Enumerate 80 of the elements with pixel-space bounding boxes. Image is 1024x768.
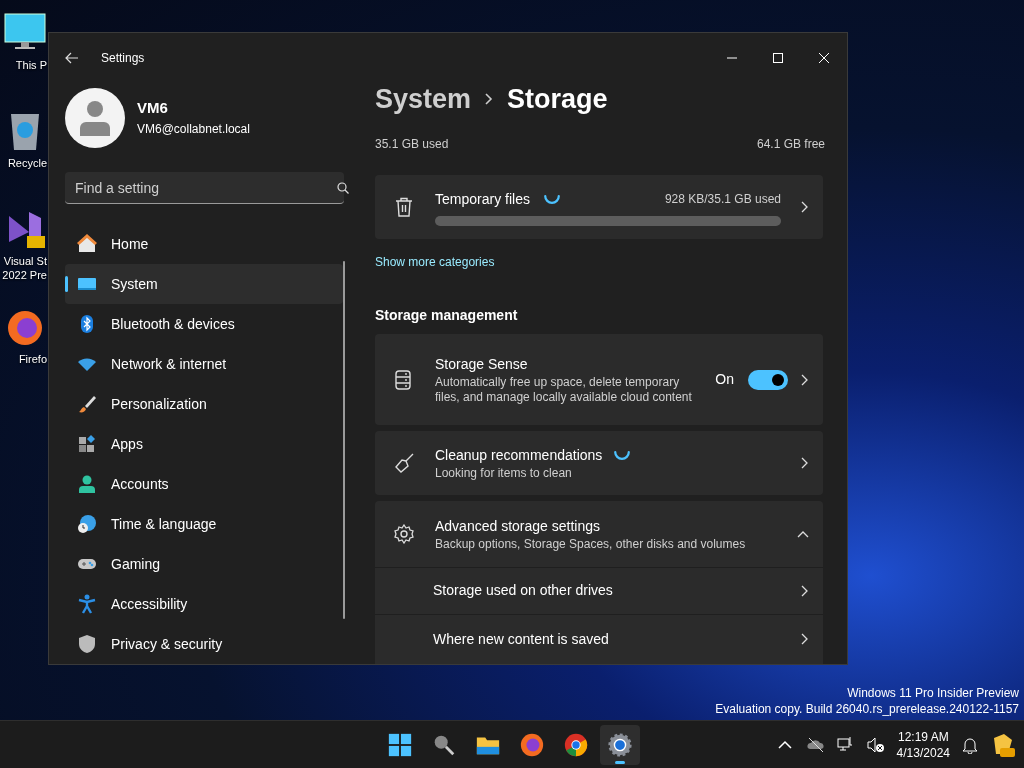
nav-item[interactable]: Accounts — [65, 464, 343, 504]
card-title: Cleanup recommendations — [435, 446, 603, 466]
loading-spinner-icon — [543, 194, 560, 204]
chevron-right-icon — [485, 93, 494, 106]
nav-item[interactable]: Accessibility — [65, 584, 343, 624]
trash-can-icon — [395, 197, 413, 218]
page-title: Storage — [507, 82, 608, 116]
nav-item[interactable]: Personalization — [65, 384, 343, 424]
card-description: Backup options, Storage Spaces, other disks and volumes — [435, 537, 746, 553]
window-title: Settings — [101, 50, 145, 67]
card-description: Automatically free up space, delete temporary files, and manage locally available cloud content — [435, 375, 693, 406]
settings-card[interactable]: Cleanup recommendations Looking for items to clean — [375, 431, 823, 496]
shield-icon — [77, 634, 97, 654]
usage-reading: 928 KB/35.1 GB used — [664, 191, 781, 207]
chevron-right-icon[interactable] — [800, 201, 809, 214]
icon-label[interactable]: Visual St — [3, 254, 47, 268]
account-name: VM6 — [137, 98, 169, 119]
used-space-label: 35.1 GB used — [375, 136, 449, 154]
chevron-right-icon[interactable] — [800, 633, 809, 646]
card-title: Advanced storage settings — [435, 517, 600, 537]
nav-item[interactable]: Bluetooth & devices — [65, 304, 343, 344]
nav-item[interactable]: Privacy & security — [65, 624, 343, 664]
chevron-right-icon[interactable] — [800, 457, 809, 470]
search-icon — [337, 182, 349, 194]
loading-spinner-icon — [614, 451, 631, 461]
settings-row[interactable]: Storage used on other drives — [375, 567, 823, 614]
settings-row[interactable]: Where new content is saved — [375, 613, 823, 664]
minimize-icon — [727, 57, 737, 59]
chevron-right-icon[interactable] — [800, 373, 809, 386]
settings-card[interactable]: Storage Sense Automatically free up space, delete temporary files, and manage locally available cloud content On — [375, 334, 823, 426]
card-title: Temporary files — [435, 189, 530, 209]
gear-icon — [607, 731, 633, 758]
cloud-off-icon[interactable] — [806, 735, 825, 754]
toggle-state-label: On — [715, 370, 734, 390]
back-arrow-icon[interactable] — [65, 52, 79, 64]
bell-icon[interactable] — [962, 735, 978, 754]
clock[interactable]: 12:19 AM 4/13/2024 — [896, 728, 950, 761]
nav-item[interactable]: Apps — [65, 424, 343, 464]
browser-icon — [563, 731, 589, 758]
storage-drive-icon — [394, 369, 414, 390]
nav-item[interactable]: Network & internet — [65, 344, 343, 384]
icon-label[interactable]: 2022 Pre — [2, 268, 47, 282]
expander-header[interactable]: Advanced storage settings Backup options, Storage Spaces, other disks and volumes — [375, 501, 823, 568]
breadcrumb-link[interactable]: System — [375, 78, 472, 120]
account-email: VM6@collabnet.local — [137, 120, 250, 138]
browser-icon — [519, 731, 545, 758]
nav-item[interactable]: System — [65, 264, 343, 304]
card-title: Storage Sense — [435, 355, 528, 375]
globe-clock-icon — [77, 514, 97, 534]
paintbrush-icon — [77, 394, 97, 414]
chevron-right-icon[interactable] — [800, 584, 809, 597]
toggle-switch[interactable] — [748, 369, 788, 390]
card-description: Looking for items to clean — [435, 466, 573, 482]
nav-item[interactable]: Time & language — [65, 504, 343, 544]
apps-grid-icon — [77, 434, 97, 454]
watermark-text: Evaluation copy. Build 26040.rs_prerelease.240122-1157 — [715, 701, 1019, 717]
close-icon — [819, 53, 829, 63]
nav-item[interactable]: Home — [65, 224, 343, 264]
maximize-icon — [773, 53, 783, 63]
network-icon[interactable] — [836, 735, 855, 754]
icon-label[interactable]: Firefo — [18, 352, 47, 366]
nav-item[interactable]: Gaming — [65, 544, 343, 584]
gear-icon — [394, 524, 414, 545]
icon-label[interactable]: This P — [15, 58, 47, 72]
watermark-text: Windows 11 Pro Insider Preview — [846, 685, 1019, 701]
icon-label[interactable]: Recycle — [7, 156, 47, 170]
accessibility-icon — [77, 594, 97, 614]
volume-muted-icon[interactable] — [866, 735, 885, 754]
windows-logo-icon — [387, 731, 413, 758]
section-heading: Storage management — [375, 306, 519, 326]
house-icon — [77, 234, 97, 254]
scrollbar[interactable] — [343, 261, 345, 619]
broom-icon — [394, 453, 414, 474]
temporary-files-card[interactable]: Temporary files 928 KB/35.1 GB used — [375, 175, 823, 240]
free-space-label: 64.1 GB free — [756, 136, 825, 154]
chevron-up-icon[interactable] — [797, 530, 809, 539]
search-field[interactable]: Find a setting — [65, 172, 344, 204]
taskbar-button[interactable] — [600, 724, 640, 765]
person-icon — [77, 474, 97, 494]
show-more-link[interactable]: Show more categories — [375, 253, 847, 272]
